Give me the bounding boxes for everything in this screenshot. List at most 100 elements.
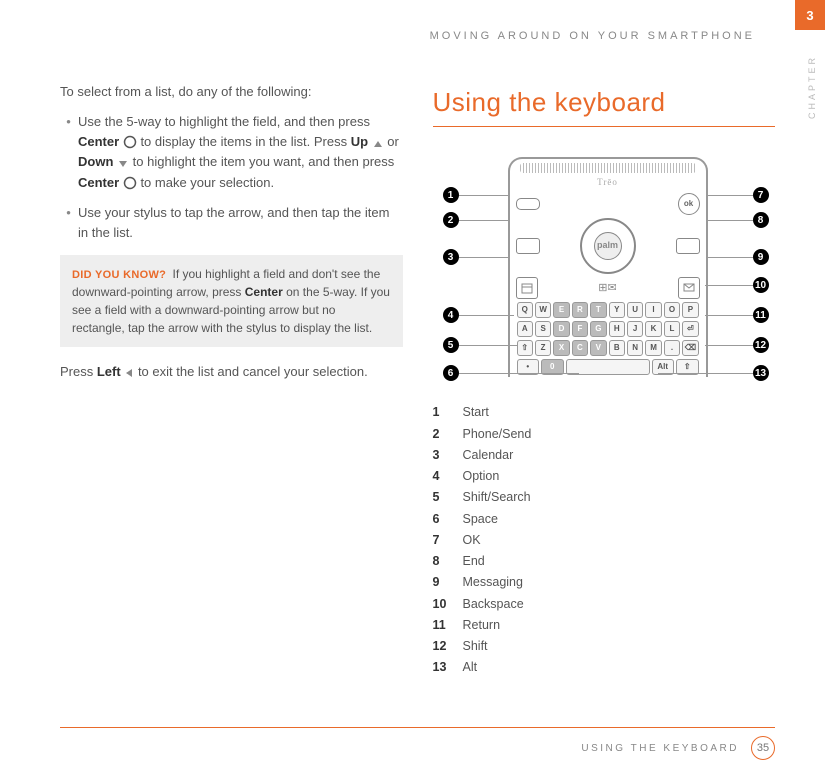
legend-label: Messaging [463, 572, 523, 593]
bullet-item-1: Use the 5-way to highlight the field, an… [78, 112, 403, 193]
text-fragment: to display the items in the list. Press [140, 134, 350, 149]
key: A [517, 321, 533, 337]
legend-label: Start [463, 402, 489, 423]
key: M [645, 340, 661, 356]
callout-11: 11 [753, 307, 769, 323]
chapter-number-tab: 3 [795, 0, 825, 30]
return-key: ⏎ [682, 321, 698, 337]
app-button-row: ⊞ ✉ [516, 277, 700, 299]
callout-line [705, 285, 753, 286]
text-fragment: to exit the list and cancel your selecti… [138, 364, 368, 379]
calendar-button [516, 277, 538, 299]
callout-line [459, 220, 509, 221]
callout-line [459, 257, 509, 258]
mail-icon: ✉ [608, 280, 617, 297]
legend-row: 10Backspace [433, 594, 776, 615]
phone-outline: Trēo ok palm [508, 157, 708, 377]
center-label-tip: Center [245, 285, 283, 299]
exit-instruction: Press Left to exit the list and cancel y… [60, 362, 403, 382]
key: T [590, 302, 606, 318]
callout-line [705, 345, 753, 346]
key: N [627, 340, 643, 356]
key: B [609, 340, 625, 356]
callout-line [459, 373, 579, 374]
legend-row: 6Space [433, 509, 776, 530]
legend-row: 7OK [433, 530, 776, 551]
legend-label: Option [463, 466, 500, 487]
callout-line [459, 345, 517, 346]
callout-line [705, 315, 753, 316]
section-heading: Using the keyboard [433, 82, 776, 122]
callout-2: 2 [443, 212, 459, 228]
dpad-center: palm [594, 232, 622, 260]
legend-label: Shift/Search [463, 487, 531, 508]
legend-row: 1Start [433, 402, 776, 423]
key: C [572, 340, 588, 356]
key: F [572, 321, 588, 337]
callout-line [459, 195, 509, 196]
legend-row: 5Shift/Search [433, 487, 776, 508]
text-fragment: to highlight the item you want, and then… [133, 154, 395, 169]
end-button [676, 238, 700, 254]
dpad-ring: palm [580, 218, 636, 274]
key: K [645, 321, 661, 337]
key: L [664, 321, 680, 337]
keyboard-legend: 1Start 2Phone/Send 3Calendar 4Option 5Sh… [433, 402, 776, 678]
key: P [682, 302, 698, 318]
key: D [553, 321, 569, 337]
center-button-icon [123, 135, 137, 149]
send-button [516, 238, 540, 254]
text-fragment: to make your selection. [140, 175, 274, 190]
down-arrow-icon [117, 159, 129, 169]
callout-7: 7 [753, 187, 769, 203]
callout-3: 3 [443, 249, 459, 265]
key: Q [517, 302, 533, 318]
up-label: Up [351, 134, 368, 149]
brand-logo: Trēo [516, 176, 700, 190]
legend-label: Return [463, 615, 501, 636]
callout-line [708, 195, 753, 196]
key: J [627, 321, 643, 337]
callout-line [459, 315, 514, 316]
legend-label: Space [463, 509, 498, 530]
callout-line [708, 220, 753, 221]
text-fragment: Press [60, 364, 97, 379]
tip-label: DID YOU KNOW? [72, 269, 166, 281]
callout-6: 6 [443, 365, 459, 381]
center-button-icon [123, 176, 137, 190]
did-you-know-box: DID YOU KNOW? If you highlight a field a… [60, 255, 403, 348]
key: I [645, 302, 661, 318]
center-label: Center [78, 134, 119, 149]
right-column: Using the keyboard Trēo ok palm [433, 82, 776, 679]
legend-label: Alt [463, 657, 478, 678]
bullet-item-2: Use your stylus to tap the arrow, and th… [78, 203, 403, 243]
key: . [664, 340, 680, 356]
center-label-2: Center [78, 175, 119, 190]
key: V [590, 340, 606, 356]
page-footer: USING THE KEYBOARD 35 [60, 727, 775, 760]
start-button [516, 198, 540, 210]
key-row-3: ⇧ Z X C V B N M . ⌫ [517, 340, 699, 356]
key: U [627, 302, 643, 318]
running-header: MOVING AROUND ON YOUR SMARTPHONE [60, 30, 755, 42]
key: E [553, 302, 569, 318]
ok-button: ok [678, 193, 700, 215]
callout-line [658, 373, 753, 374]
page-number: 35 [751, 736, 775, 760]
key: ⇧ [517, 340, 533, 356]
callout-1: 1 [443, 187, 459, 203]
key: X [553, 340, 569, 356]
legend-row: 3Calendar [433, 445, 776, 466]
intro-text: To select from a list, do any of the fol… [60, 82, 403, 102]
legend-label: Phone/Send [463, 424, 532, 445]
mid-button-row: palm [516, 218, 700, 274]
legend-row: 2Phone/Send [433, 424, 776, 445]
footer-section-title: USING THE KEYBOARD [581, 743, 739, 754]
key: H [609, 321, 625, 337]
callout-9: 9 [753, 249, 769, 265]
key: Y [609, 302, 625, 318]
callout-4: 4 [443, 307, 459, 323]
legend-label: Backspace [463, 594, 524, 615]
legend-label: OK [463, 530, 481, 551]
left-arrow-icon [124, 367, 134, 379]
